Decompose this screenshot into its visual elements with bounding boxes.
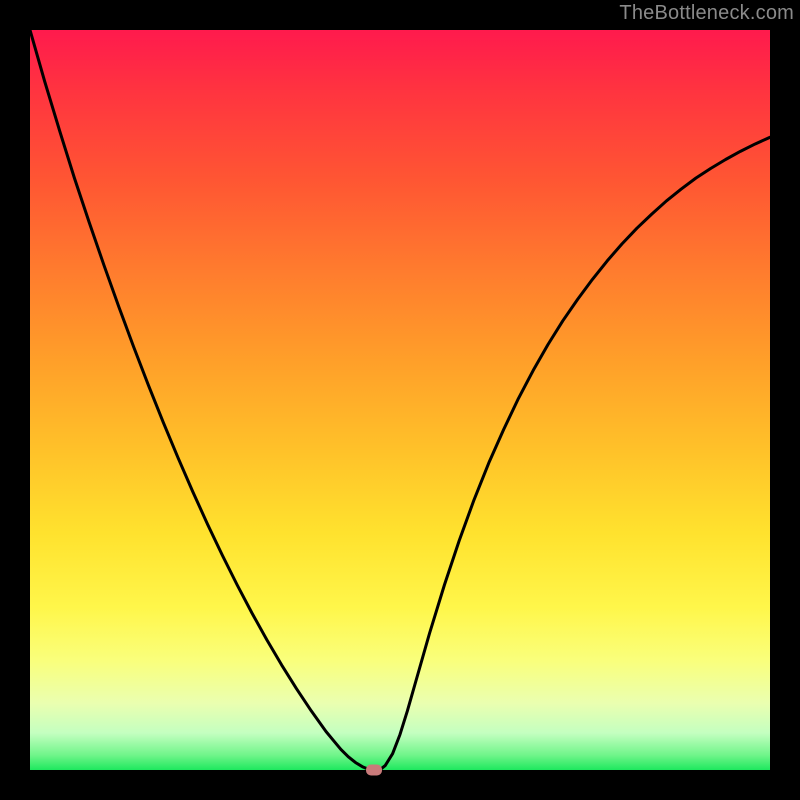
plot-area bbox=[30, 30, 770, 770]
chart-frame: TheBottleneck.com bbox=[0, 0, 800, 800]
optimum-marker bbox=[366, 765, 382, 776]
bottleneck-curve bbox=[30, 30, 770, 770]
watermark-text: TheBottleneck.com bbox=[619, 2, 794, 25]
